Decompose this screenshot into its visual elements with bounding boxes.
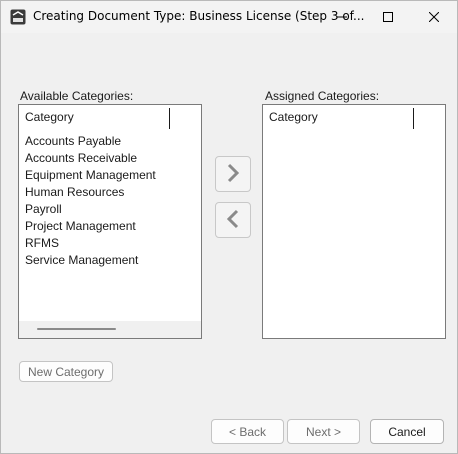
assigned-column-header[interactable]: Category <box>263 105 414 130</box>
next-button[interactable]: Next > <box>287 419 360 444</box>
assigned-categories-list[interactable]: Category <box>262 104 446 339</box>
column-header-label: Category <box>269 110 318 124</box>
column-divider[interactable] <box>169 108 170 129</box>
maximize-button[interactable] <box>365 1 411 33</box>
list-item[interactable]: Equipment Management <box>25 167 156 184</box>
cancel-button[interactable]: Cancel <box>370 419 444 444</box>
app-logo-icon <box>10 9 26 25</box>
column-divider[interactable] <box>413 108 414 129</box>
list-item[interactable]: Project Management <box>25 218 156 235</box>
available-items: Accounts Payable Accounts Receivable Equip… <box>25 133 156 269</box>
list-item[interactable]: RFMS <box>25 235 156 252</box>
new-category-button[interactable]: New Category <box>19 361 113 382</box>
list-item[interactable]: Service Management <box>25 252 156 269</box>
horizontal-scrollbar[interactable] <box>19 321 201 338</box>
remove-category-button[interactable] <box>215 202 251 238</box>
assigned-categories-label: Assigned Categories: <box>265 89 380 103</box>
close-icon <box>429 12 439 22</box>
available-column-header[interactable]: Category <box>19 105 170 130</box>
back-button[interactable]: < Back <box>211 419 284 444</box>
maximize-icon <box>383 12 393 22</box>
list-item[interactable]: Payroll <box>25 201 156 218</box>
column-header-label: Category <box>25 110 74 124</box>
wizard-window: Creating Document Type: Business License… <box>0 0 458 454</box>
chevron-right-icon <box>225 162 241 187</box>
close-button[interactable] <box>411 1 457 33</box>
list-item[interactable]: Human Resources <box>25 184 156 201</box>
available-categories-label: Available Categories: <box>20 89 134 103</box>
available-categories-list[interactable]: Category Accounts Payable Accounts Receiv… <box>18 104 202 339</box>
scrollbar-thumb[interactable] <box>37 328 116 330</box>
minimize-icon <box>337 12 347 22</box>
list-item[interactable]: Accounts Receivable <box>25 150 156 167</box>
add-category-button[interactable] <box>215 156 251 192</box>
minimize-button[interactable] <box>319 1 365 33</box>
list-item[interactable]: Accounts Payable <box>25 133 156 150</box>
window-title: Creating Document Type: Business License… <box>33 9 365 23</box>
chevron-left-icon <box>225 208 241 233</box>
title-bar[interactable]: Creating Document Type: Business License… <box>1 1 457 33</box>
